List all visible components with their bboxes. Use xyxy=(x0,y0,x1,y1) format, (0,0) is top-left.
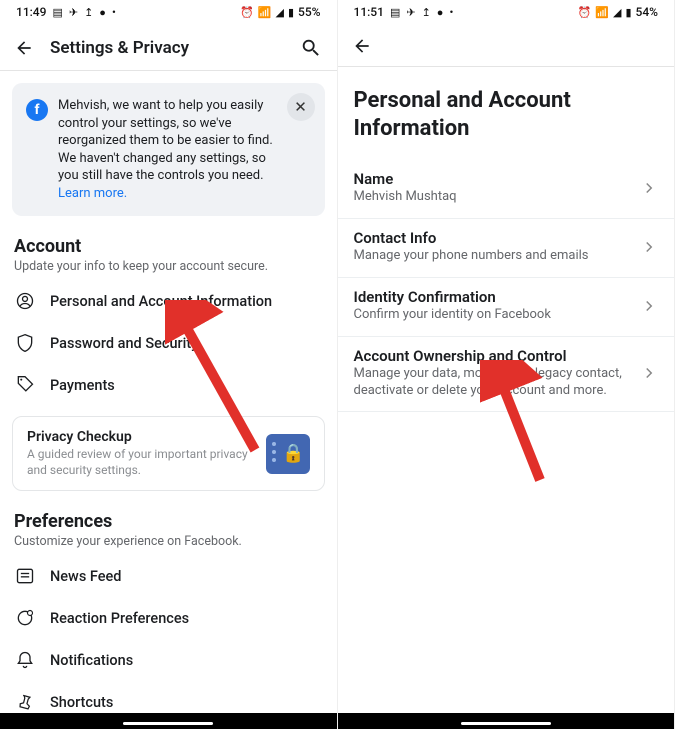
pin-icon xyxy=(14,691,36,713)
upload-icon: ↥ xyxy=(422,7,431,18)
wifi-icon: 📶 xyxy=(595,7,609,18)
list-item-account-ownership[interactable]: Account Ownership and Control Manage you… xyxy=(338,337,675,413)
account-section-header: Account Update your info to keep your ac… xyxy=(0,216,337,280)
close-icon: ✕ xyxy=(294,98,307,116)
wifi-icon: 📶 xyxy=(258,7,272,18)
row-label: Notifications xyxy=(50,652,133,669)
chevron-right-icon xyxy=(640,364,658,382)
nav-bar xyxy=(338,713,675,729)
back-arrow-icon xyxy=(14,38,34,58)
back-button[interactable] xyxy=(14,38,34,58)
status-bar: 11:49 ▤ ✈ ↥ ● • ⏰ 📶 ◢ ▮ 55% xyxy=(0,0,337,24)
list-item-contact-info[interactable]: Contact Info Manage your phone numbers a… xyxy=(338,219,675,278)
app-bar: Settings & Privacy xyxy=(0,24,337,71)
card-sub: A guided review of your important privac… xyxy=(27,447,254,478)
battery-percent: 54% xyxy=(636,5,658,19)
nav-bar xyxy=(0,713,337,729)
list-title: Account Ownership and Control xyxy=(354,347,641,365)
telegram-icon: ✈ xyxy=(406,7,415,18)
row-label: Shortcuts xyxy=(50,694,113,711)
row-label: News Feed xyxy=(50,568,121,585)
preferences-section-header: Preferences Customize your experience on… xyxy=(0,491,337,555)
list-item-identity-confirmation[interactable]: Identity Confirmation Confirm your ident… xyxy=(338,278,675,337)
reaction-icon xyxy=(14,607,36,629)
person-circle-icon xyxy=(14,290,36,312)
chevron-right-icon xyxy=(640,297,658,315)
back-arrow-icon xyxy=(352,36,372,56)
status-bar: 11:51 ▤ ✈ ↥ ● • ⏰ 📶 ◢ ▮ 54% xyxy=(338,0,675,24)
row-password-security[interactable]: Password and Security xyxy=(0,322,337,364)
preferences-title: Preferences xyxy=(14,511,323,532)
message-icon: ▤ xyxy=(390,7,400,18)
status-time: 11:49 xyxy=(16,5,46,19)
telegram-icon: ✈ xyxy=(69,7,78,18)
facebook-status-icon: ● xyxy=(437,7,444,18)
chevron-right-icon xyxy=(640,179,658,197)
row-personal-account-info[interactable]: Personal and Account Information xyxy=(0,280,337,322)
nav-handle[interactable] xyxy=(461,722,551,725)
row-reaction-preferences[interactable]: Reaction Preferences xyxy=(0,597,337,639)
list-item-name[interactable]: Name Mehvish Mushtaq xyxy=(338,160,675,219)
row-label: Payments xyxy=(50,377,115,394)
preferences-subtitle: Customize your experience on Facebook. xyxy=(14,534,323,549)
battery-icon: ▮ xyxy=(288,7,294,18)
back-button[interactable] xyxy=(352,36,372,56)
facebook-status-icon: ● xyxy=(99,7,106,18)
row-notifications[interactable]: Notifications xyxy=(0,639,337,681)
list-sub: Confirm your identity on Facebook xyxy=(354,307,641,324)
phone-right: 11:51 ▤ ✈ ↥ ● • ⏰ 📶 ◢ ▮ 54% Personal and… xyxy=(338,0,675,729)
row-label: Password and Security xyxy=(50,335,198,352)
battery-icon: ▮ xyxy=(625,7,631,18)
row-label: Personal and Account Information xyxy=(50,293,272,310)
row-news-feed[interactable]: News Feed xyxy=(0,555,337,597)
account-title: Account xyxy=(14,236,323,257)
dot-icon: • xyxy=(449,7,453,18)
tag-icon xyxy=(14,374,36,396)
page-title: Personal and Account Information xyxy=(338,67,675,160)
battery-percent: 55% xyxy=(298,5,320,19)
privacy-card-icon: 🔒 xyxy=(266,434,310,474)
upload-icon: ↥ xyxy=(84,7,93,18)
list-title: Identity Confirmation xyxy=(354,288,641,306)
learn-more-link[interactable]: Learn more. xyxy=(58,186,127,201)
dot-icon: • xyxy=(112,7,116,18)
card-title: Privacy Checkup xyxy=(27,429,254,445)
nav-handle[interactable] xyxy=(123,722,213,725)
facebook-logo-icon: f xyxy=(26,99,48,121)
message-icon: ▤ xyxy=(52,7,62,18)
banner-text: Mehvish, we want to help you easily cont… xyxy=(58,97,311,202)
alarm-icon: ⏰ xyxy=(240,7,254,18)
search-button[interactable] xyxy=(299,36,323,60)
shield-icon xyxy=(14,332,36,354)
list-title: Name xyxy=(354,170,641,188)
row-label: Reaction Preferences xyxy=(50,610,189,627)
alarm-icon: ⏰ xyxy=(578,7,592,18)
phone-left: 11:49 ▤ ✈ ↥ ● • ⏰ 📶 ◢ ▮ 55% Settings & P… xyxy=(0,0,338,729)
info-banner: f Mehvish, we want to help you easily co… xyxy=(12,83,325,216)
privacy-checkup-card[interactable]: Privacy Checkup A guided review of your … xyxy=(12,416,325,491)
search-icon xyxy=(300,37,322,59)
lock-icon: 🔒 xyxy=(282,443,304,464)
close-banner-button[interactable]: ✕ xyxy=(287,93,315,121)
feed-icon xyxy=(14,565,36,587)
bell-icon xyxy=(14,649,36,671)
signal-icon: ◢ xyxy=(275,7,283,18)
status-time: 11:51 xyxy=(354,5,384,19)
list-sub: Manage your data, modify your legacy con… xyxy=(354,366,641,400)
chevron-right-icon xyxy=(640,238,658,256)
list-sub: Mehvish Mushtaq xyxy=(354,189,641,206)
list-title: Contact Info xyxy=(354,229,641,247)
app-bar xyxy=(338,24,675,67)
signal-icon: ◢ xyxy=(613,7,621,18)
page-header-title: Settings & Privacy xyxy=(50,38,283,58)
account-subtitle: Update your info to keep your account se… xyxy=(14,259,323,274)
row-payments[interactable]: Payments xyxy=(0,364,337,406)
list-sub: Manage your phone numbers and emails xyxy=(354,248,641,265)
